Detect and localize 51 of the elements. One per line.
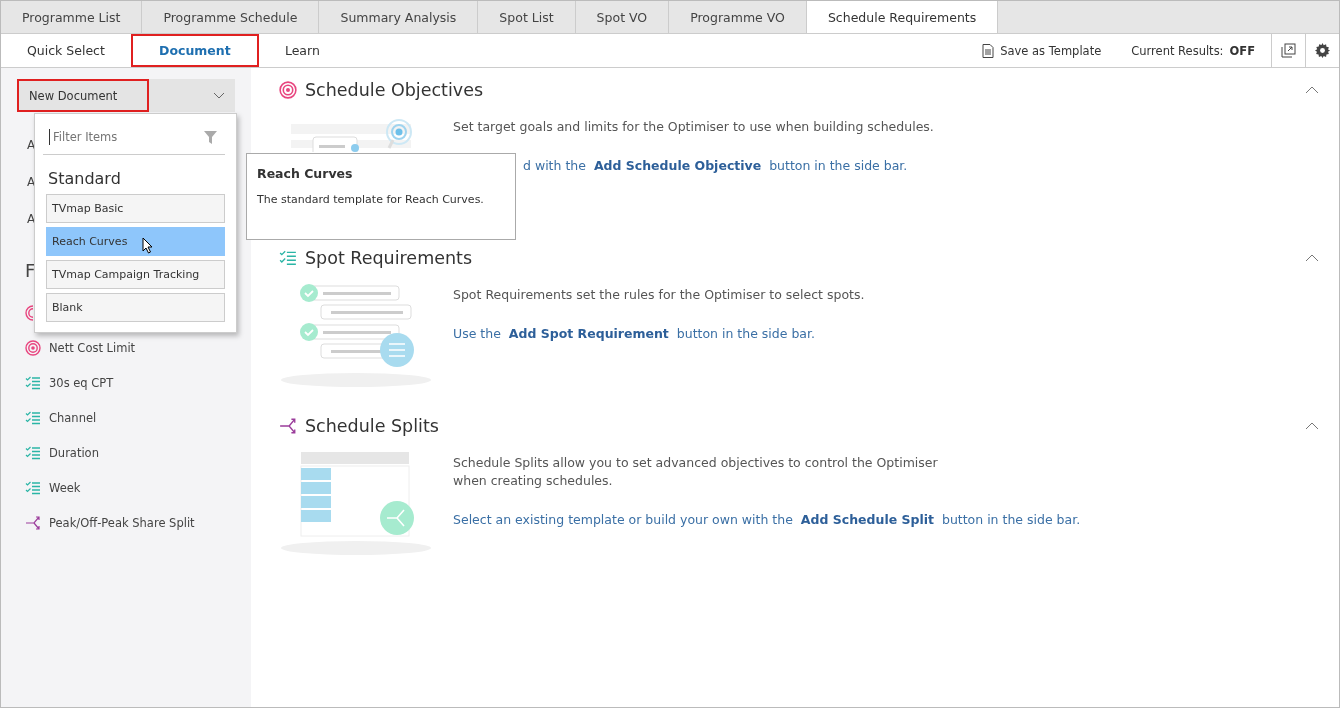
checklist-icon [25, 444, 41, 461]
settings-icon [1315, 43, 1330, 58]
template-option[interactable]: Reach Curves [46, 227, 225, 256]
sidebar-item[interactable]: Nett Cost Limit [49, 340, 136, 355]
checklist-icon [25, 409, 41, 426]
checklist-icon [279, 249, 297, 267]
collapse-icon[interactable] [1305, 254, 1319, 262]
tooltip-text: The standard template for Reach Curves. [257, 193, 485, 206]
document-dropdown[interactable]: New Document [17, 79, 235, 112]
section-description: Set target goals and limits for the Optimiser to use when building schedules. [453, 118, 934, 136]
section-description: Schedule Splits allow you to set advanced objectives to control the Optimiser when creating schedules. [453, 454, 939, 490]
chevron-down-icon [213, 92, 225, 99]
template-option[interactable]: TVmap Campaign Tracking [46, 260, 225, 289]
section-hint: Select an existing template or build your own with the Add Schedule Split button in the side bar. [453, 512, 1081, 527]
filter-icon [204, 130, 217, 144]
collapse-icon[interactable] [1305, 422, 1319, 430]
collapse-icon[interactable] [1305, 86, 1319, 94]
split-icon [25, 514, 41, 531]
save-as-template-button[interactable]: Save as Template [968, 34, 1116, 67]
top-tab[interactable]: Schedule Requirements [806, 1, 999, 33]
current-results-label: Current Results: [1131, 43, 1224, 58]
split-icon [279, 417, 297, 435]
filter-field[interactable]: Filter Items [49, 129, 195, 145]
checklist-icon [25, 374, 41, 391]
sidebar-item[interactable]: Week [49, 480, 81, 495]
section-title: Schedule Objectives [305, 80, 484, 100]
target-icon [279, 81, 297, 99]
section-description: Spot Requirements set the rules for the Optimiser to select spots. [453, 286, 865, 304]
sub-tab[interactable]: Document [130, 34, 259, 67]
sidebar-item[interactable]: Duration [49, 445, 99, 460]
section-heading: F [25, 259, 36, 281]
section-title: Spot Requirements [305, 248, 472, 268]
popout-icon [1281, 43, 1296, 58]
document-icon [982, 43, 995, 58]
sidebar-item[interactable]: Channel [49, 410, 97, 425]
section-hint: Use the Add Spot Requirement button in the side bar. [453, 326, 816, 341]
tooltip-title: Reach Curves [257, 166, 354, 181]
template-option[interactable]: Blank [46, 293, 225, 322]
sidebar-item[interactable]: 30s eq CPT [49, 375, 114, 390]
current-results-value[interactable]: OFF [1229, 43, 1255, 58]
group-label: Standard [47, 168, 122, 190]
sidebar-item[interactable]: Peak/Off-Peak Share Split [49, 515, 195, 530]
sub-tab[interactable]: Learn [258, 34, 346, 67]
checklist-icon [25, 479, 41, 496]
template-option[interactable]: TVmap Basic [46, 194, 225, 223]
target-icon [25, 304, 33, 321]
section-hint: d with the Add Schedule Objective button in the side bar. [522, 158, 909, 173]
sub-tab[interactable]: Quick Select [1, 34, 131, 67]
section-title: Schedule Splits [305, 416, 439, 436]
cursor-icon [142, 237, 154, 254]
target-icon [25, 339, 41, 356]
